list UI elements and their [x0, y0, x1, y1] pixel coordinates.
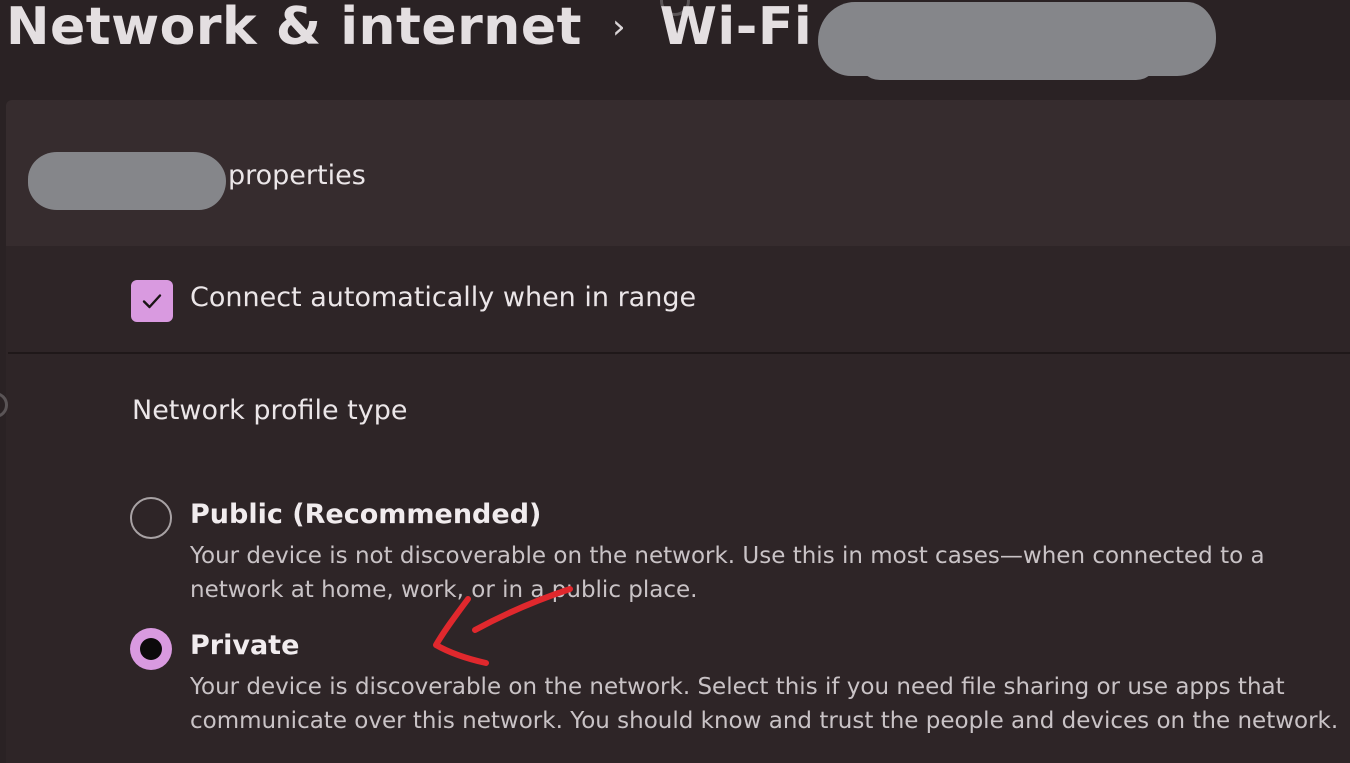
redacted-network-name-label [28, 152, 226, 210]
properties-title: properties [228, 160, 366, 191]
public-option-description: Your device is not discoverable on the n… [190, 543, 1265, 603]
settings-window: Network & internet › Wi-Fi › properties … [0, 0, 1350, 763]
redacted-network-name [818, 2, 1216, 80]
private-option-description: Your device is discoverable on the netwo… [190, 674, 1339, 734]
network-profile-type-label: Network profile type [132, 395, 408, 426]
breadcrumb-network-internet[interactable]: Network & internet [6, 0, 582, 57]
radio-selected-dot [140, 638, 162, 660]
card-header: properties [6, 100, 1350, 246]
private-radio[interactable] [130, 628, 172, 670]
breadcrumb-wifi[interactable]: Wi-Fi [660, 0, 813, 57]
connect-automatically-label[interactable]: Connect automatically when in range [190, 282, 696, 313]
connect-automatically-checkbox[interactable] [131, 280, 173, 322]
chevron-right-icon: › [611, 7, 626, 47]
public-option-title[interactable]: Public (Recommended) [190, 499, 541, 530]
public-radio[interactable] [130, 497, 172, 539]
breadcrumb: Network & internet › Wi-Fi › [6, 0, 866, 60]
divider [8, 352, 1350, 354]
checkmark-icon [142, 294, 162, 309]
network-properties-card: properties Connect automatically when in… [6, 100, 1350, 763]
private-option-title[interactable]: Private [190, 630, 299, 661]
